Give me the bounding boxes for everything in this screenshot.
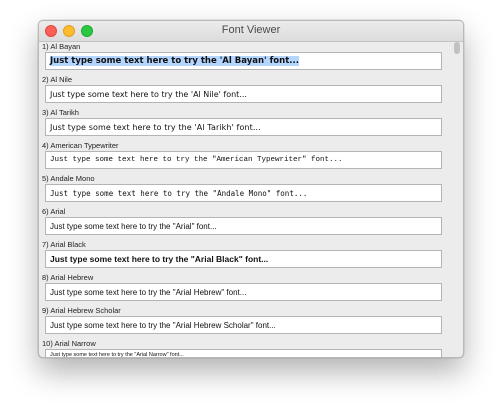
sample-text-field[interactable]: Just type some text here to try the 'Al … <box>45 52 442 70</box>
sample-text-field[interactable]: Just type some text here to try the 'Al … <box>45 85 442 103</box>
font-item-american-typewriter: 4) American Typewriter Just type some te… <box>39 141 451 174</box>
font-label: 3) Al Tarikh <box>42 108 79 117</box>
sample-text-field[interactable]: Just type some text here to try the "And… <box>45 184 442 202</box>
font-label: 10) Arial Narrow <box>42 339 96 348</box>
font-item-arial: 6) Arial Just type some text here to try… <box>39 207 451 240</box>
sample-text-field[interactable]: Just type some text here to try the 'Al … <box>45 118 442 136</box>
selected-sample-text: Just type some text here to try the 'Al … <box>50 56 299 66</box>
scrollbar-thumb[interactable] <box>454 42 460 54</box>
font-item-arial-narrow: 10) Arial Narrow Just type some text her… <box>39 339 451 357</box>
font-label: 7) Arial Black <box>42 240 86 249</box>
font-label: 1) Al Bayan <box>42 42 81 51</box>
font-item-al-nile: 2) Al Nile Just type some text here to t… <box>39 75 451 108</box>
font-item-arial-hebrew: 8) Arial Hebrew Just type some text here… <box>39 273 451 306</box>
font-label: 8) Arial Hebrew <box>42 273 94 282</box>
font-label: 4) American Typewriter <box>42 141 119 150</box>
font-item-arial-hebrew-scholar: 9) Arial Hebrew Scholar Just type some t… <box>39 306 451 339</box>
font-item-andale-mono: 5) Andale Mono Just type some text here … <box>39 174 451 207</box>
font-label: 9) Arial Hebrew Scholar <box>42 306 121 315</box>
font-item-al-tarikh: 3) Al Tarikh Just type some text here to… <box>39 108 451 141</box>
font-item-arial-black: 7) Arial Black Just type some text here … <box>39 240 451 273</box>
font-item-al-bayan: 1) Al Bayan Just type some text here to … <box>39 42 451 75</box>
sample-text-field[interactable]: Just type some text here to try the "Ari… <box>45 217 442 235</box>
sample-text-field[interactable]: Just type some text here to try the "Ame… <box>45 151 442 169</box>
sample-text-field[interactable]: Just type some text here to try the "Ari… <box>45 283 442 301</box>
font-label: 2) Al Nile <box>42 75 73 84</box>
sample-text-field[interactable]: Just type some text here to try the "Ari… <box>45 349 442 357</box>
font-viewer-window: Font Viewer 1) Al Bayan Just type some t… <box>38 20 464 358</box>
sample-text-field[interactable]: Just type some text here to try the "Ari… <box>45 316 442 334</box>
title-bar[interactable]: Font Viewer <box>39 21 463 42</box>
sample-text-field[interactable]: Just type some text here to try the "Ari… <box>45 250 442 268</box>
font-label: 5) Andale Mono <box>42 174 95 183</box>
font-list[interactable]: 1) Al Bayan Just type some text here to … <box>39 42 463 357</box>
vertical-scrollbar[interactable] <box>453 42 461 355</box>
window-title: Font Viewer <box>221 24 281 36</box>
font-label: 6) Arial <box>42 207 66 216</box>
